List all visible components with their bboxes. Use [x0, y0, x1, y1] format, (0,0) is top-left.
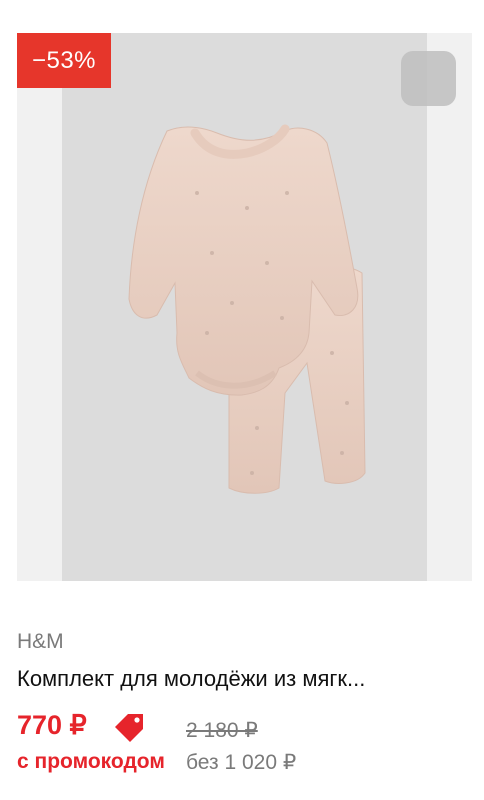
product-brand: H&M: [17, 630, 64, 653]
tag-icon: [115, 714, 143, 742]
product-title[interactable]: Комплект для молодёжи из мягк...: [17, 666, 472, 692]
old-price: 2 180 ₽: [186, 719, 258, 742]
price-without-promo: без 1 020 ₽: [186, 751, 297, 774]
discount-badge: −53%: [17, 33, 111, 88]
promo-label: с промокодом: [17, 750, 165, 773]
current-price: 770 ₽: [17, 710, 87, 740]
product-image-area[interactable]: [17, 33, 472, 581]
product-card[interactable]: −53% H&M Комплект для молодёжи из мягк..…: [0, 0, 484, 800]
favorite-button[interactable]: [401, 51, 456, 106]
product-image: [128, 124, 366, 494]
